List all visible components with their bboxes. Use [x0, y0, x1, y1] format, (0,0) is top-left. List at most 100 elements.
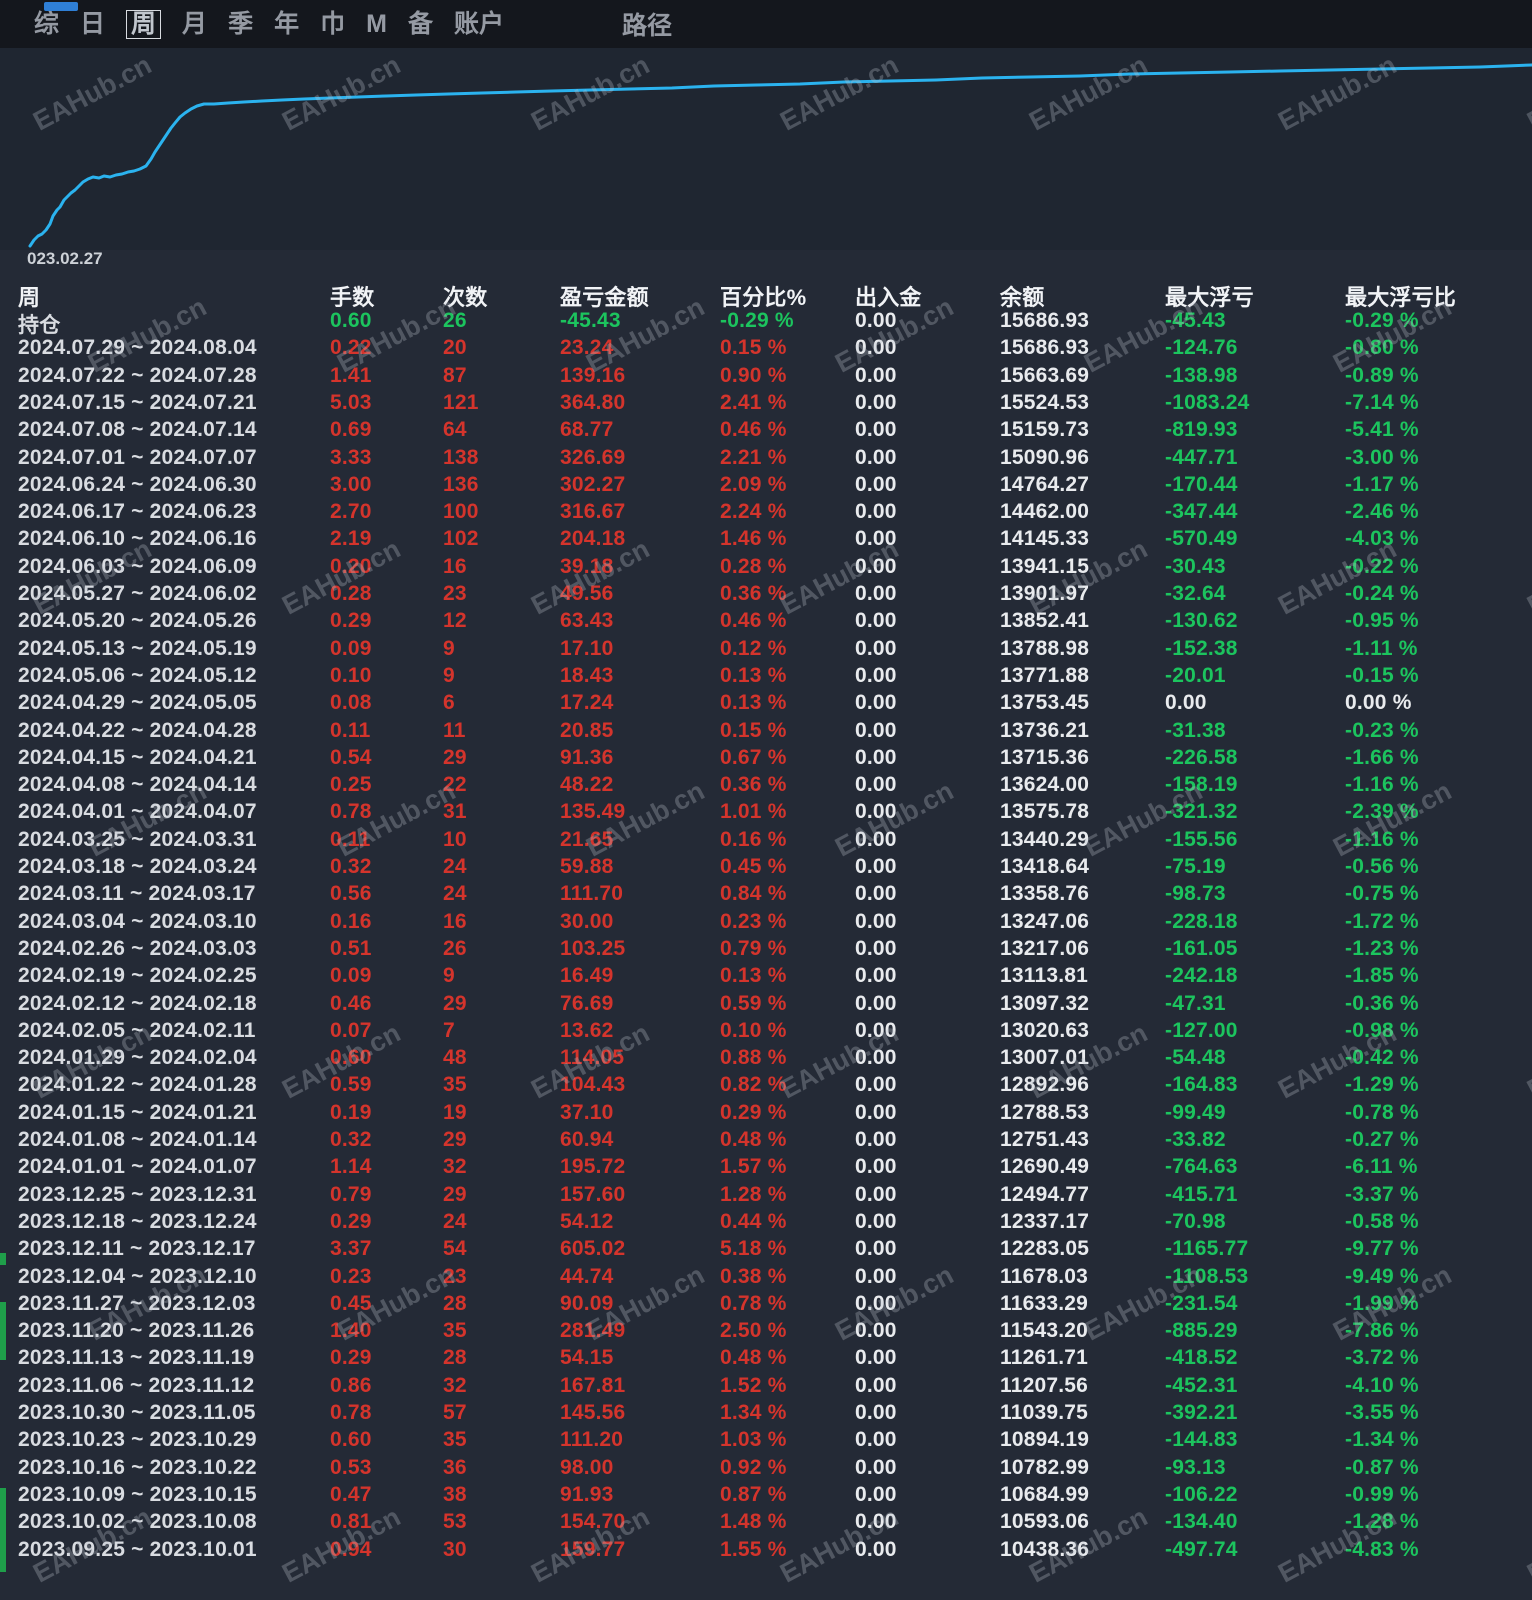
table-row[interactable]: 2023.12.04 ~ 2023.12.10 0.23 23 44.74 0.38 %…: [0, 1265, 1532, 1293]
cell-balance: 14145.33: [1000, 527, 1090, 550]
cell-trades: 29: [443, 1128, 467, 1151]
cell-period: 2024.06.17 ~ 2024.06.23: [18, 500, 257, 523]
table-row[interactable]: 2024.03.18 ~ 2024.03.24 0.32 24 59.88 0.45 %…: [0, 855, 1532, 883]
cell-in-out: 0.00: [855, 309, 897, 332]
menu-item-4[interactable]: 月: [182, 11, 207, 37]
table-row[interactable]: 2024.07.29 ~ 2024.08.04 0.22 20 23.24 0.15 %…: [0, 336, 1532, 364]
table-row[interactable]: 2024.03.04 ~ 2024.03.10 0.16 16 30.00 0.23 %…: [0, 910, 1532, 938]
table-row[interactable]: 2024.04.15 ~ 2024.04.21 0.54 29 91.36 0.67 %…: [0, 746, 1532, 774]
table-row[interactable]: 2024.03.11 ~ 2024.03.17 0.56 24 111.70 0.84 …: [0, 882, 1532, 910]
cell-max-dd-pct: -4.83 %: [1345, 1538, 1419, 1561]
cell-max-dd-pct: -4.10 %: [1345, 1374, 1419, 1397]
cell-max-dd-pct: -0.89 %: [1345, 364, 1419, 387]
cell-percent: 0.45 %: [720, 855, 787, 878]
table-row[interactable]: 2024.07.08 ~ 2024.07.14 0.69 64 68.77 0.46 %…: [0, 418, 1532, 446]
table-row[interactable]: 2024.07.01 ~ 2024.07.07 3.33 138 326.69 2.21…: [0, 446, 1532, 474]
table-row[interactable]: 2024.02.05 ~ 2024.02.11 0.07 7 13.62 0.10 % 0…: [0, 1019, 1532, 1047]
menu-item-1[interactable]: 综: [34, 11, 59, 37]
table-row[interactable]: 2024.01.15 ~ 2024.01.21 0.19 19 37.10 0.29 %…: [0, 1101, 1532, 1129]
cell-profit: 37.10: [560, 1101, 614, 1124]
table-row[interactable]: 2024.04.08 ~ 2024.04.14 0.25 22 48.22 0.36 %…: [0, 773, 1532, 801]
cell-trades: 26: [443, 937, 467, 960]
table-row[interactable]: 2023.11.13 ~ 2023.11.19 0.29 28 54.15 0.48 %…: [0, 1346, 1532, 1374]
table-row[interactable]: 2024.05.27 ~ 2024.06.02 0.28 23 49.56 0.36 %…: [0, 582, 1532, 610]
cell-period: 2024.03.18 ~ 2024.03.24: [18, 855, 257, 878]
cell-profit: 16.49: [560, 964, 614, 987]
cell-percent: 0.92 %: [720, 1456, 787, 1479]
cell-in-out: 0.00: [855, 1401, 897, 1424]
cell-percent: 0.48 %: [720, 1346, 787, 1369]
table-row[interactable]: 2024.04.29 ~ 2024.05.05 0.08 6 17.24 0.13 % 0…: [0, 691, 1532, 719]
menu-item-5[interactable]: 季: [228, 11, 253, 37]
cell-max-dd: -321.32: [1165, 800, 1238, 823]
cell-max-dd-pct: 最大浮亏比: [1345, 285, 1457, 310]
cell-profit: 139.16: [560, 364, 626, 387]
cell-lots: 0.32: [330, 1128, 372, 1151]
table-row[interactable]: 2023.10.16 ~ 2023.10.22 0.53 36 98.00 0.92 %…: [0, 1456, 1532, 1484]
cell-max-dd-pct: -0.22 %: [1345, 555, 1419, 578]
menu-item-9[interactable]: 备: [408, 11, 433, 37]
table-row[interactable]: 2024.01.08 ~ 2024.01.14 0.32 29 60.94 0.48 %…: [0, 1128, 1532, 1156]
table-row[interactable]: 2024.05.20 ~ 2024.05.26 0.29 12 63.43 0.46 %…: [0, 609, 1532, 637]
table-row[interactable]: 2024.04.22 ~ 2024.04.28 0.11 11 20.85 0.15 %…: [0, 719, 1532, 747]
cell-lots: 3.37: [330, 1237, 372, 1260]
table-row[interactable]: 2023.11.27 ~ 2023.12.03 0.45 28 90.09 0.78 %…: [0, 1292, 1532, 1320]
cell-balance: 11678.03: [1000, 1265, 1089, 1288]
cell-max-dd-pct: -4.03 %: [1345, 527, 1419, 550]
table-row[interactable]: 2023.10.30 ~ 2023.11.05 0.78 57 145.56 1.34 …: [0, 1401, 1532, 1429]
cell-max-dd-pct: -3.55 %: [1345, 1401, 1419, 1424]
cell-profit: 98.00: [560, 1456, 614, 1479]
cell-max-dd-pct: -3.37 %: [1345, 1183, 1419, 1206]
menu-item-2[interactable]: 日: [80, 11, 105, 37]
cell-max-dd-pct: -6.11 %: [1345, 1155, 1418, 1178]
table-row[interactable]: 2024.06.10 ~ 2024.06.16 2.19 102 204.18 1.46…: [0, 527, 1532, 555]
table-row[interactable]: 2024.02.19 ~ 2024.02.25 0.09 9 16.49 0.13 % 0…: [0, 964, 1532, 992]
table-row[interactable]: 2023.10.23 ~ 2023.10.29 0.60 35 111.20 1.03 …: [0, 1428, 1532, 1456]
cell-lots: 0.28: [330, 582, 372, 605]
table-row[interactable]: 2024.04.01 ~ 2024.04.07 0.78 31 135.49 1.01 …: [0, 800, 1532, 828]
cell-max-dd: -885.29: [1165, 1319, 1238, 1342]
table-row[interactable]: 2024.06.03 ~ 2024.06.09 0.20 16 39.18 0.28 %…: [0, 555, 1532, 583]
table-row[interactable]: 2024.02.12 ~ 2024.02.18 0.46 29 76.69 0.59 %…: [0, 992, 1532, 1020]
table-row[interactable]: 2023.10.09 ~ 2023.10.15 0.47 38 91.93 0.87 %…: [0, 1483, 1532, 1511]
menu-item-7[interactable]: 巾: [320, 11, 345, 37]
table-row[interactable]: 2023.11.20 ~ 2023.11.26 1.40 35 281.49 2.50 …: [0, 1319, 1532, 1347]
table-row[interactable]: 2024.03.25 ~ 2024.03.31 0.11 10 21.65 0.16 %…: [0, 828, 1532, 856]
table-row[interactable]: 2024.05.13 ~ 2024.05.19 0.09 9 17.10 0.12 % 0…: [0, 637, 1532, 665]
cell-max-dd-pct: -0.95 %: [1345, 609, 1419, 632]
table-row[interactable]: 2023.12.11 ~ 2023.12.17 3.37 54 605.02 5.18 …: [0, 1237, 1532, 1265]
table-row[interactable]: 2024.06.17 ~ 2024.06.23 2.70 100 316.67 2.24…: [0, 500, 1532, 528]
cell-max-dd-pct: -1.72 %: [1345, 910, 1419, 933]
table-row[interactable]: 2024.07.22 ~ 2024.07.28 1.41 87 139.16 0.90 …: [0, 364, 1532, 392]
menu-item-6[interactable]: 年: [274, 11, 299, 37]
cell-percent: 0.15 %: [720, 719, 787, 742]
cell-lots: 2.70: [330, 500, 372, 523]
cell-in-out: 0.00: [855, 1073, 897, 1096]
table-row[interactable]: 2024.01.01 ~ 2024.01.07 1.14 32 195.72 1.57 …: [0, 1155, 1532, 1183]
cell-balance: 13941.15: [1000, 555, 1090, 578]
menu-item-8[interactable]: M: [366, 11, 387, 37]
table-row[interactable]: 2023.12.25 ~ 2023.12.31 0.79 29 157.60 1.28 …: [0, 1183, 1532, 1211]
table-row[interactable]: 2024.02.26 ~ 2024.03.03 0.51 26 103.25 0.79 …: [0, 937, 1532, 965]
table-row[interactable]: 2023.12.18 ~ 2023.12.24 0.29 24 54.12 0.44 %…: [0, 1210, 1532, 1238]
table-row[interactable]: 2024.07.15 ~ 2024.07.21 5.03 121 364.80 2.41…: [0, 391, 1532, 419]
table-row[interactable]: 2024.01.22 ~ 2024.01.28 0.59 35 104.43 0.82 …: [0, 1073, 1532, 1101]
cell-period: 周: [18, 285, 41, 310]
menu-item-path[interactable]: 路径: [622, 6, 672, 42]
cell-profit: 76.69: [560, 992, 614, 1015]
table-row[interactable]: 2024.06.24 ~ 2024.06.30 3.00 136 302.27 2.09…: [0, 473, 1532, 501]
cell-lots: 1.40: [330, 1319, 372, 1342]
menu-item-10[interactable]: 账户: [454, 11, 504, 37]
cell-balance: 13736.21: [1000, 719, 1090, 742]
menu-item-3[interactable]: 周: [126, 9, 162, 39]
table-row[interactable]: 2023.10.02 ~ 2023.10.08 0.81 53 154.70 1.48 …: [0, 1510, 1532, 1538]
cell-in-out: 0.00: [855, 336, 897, 359]
table-row[interactable]: 2024.01.29 ~ 2024.02.04 0.60 48 114.05 0.88 …: [0, 1046, 1532, 1074]
table-row[interactable]: 2023.09.25 ~ 2023.10.01 0.94 30 159.77 1.55 …: [0, 1538, 1532, 1566]
table-row[interactable]: 2023.11.06 ~ 2023.11.12 0.86 32 167.81 1.52 …: [0, 1374, 1532, 1402]
cell-balance: 15686.93: [1000, 336, 1090, 359]
cell-lots: 3.33: [330, 446, 372, 469]
table-row[interactable]: 2024.05.06 ~ 2024.05.12 0.10 9 18.43 0.13 % 0…: [0, 664, 1532, 692]
cell-lots: 0.11: [330, 828, 371, 851]
position-row[interactable]: 持仓 0.60 26 -45.43 -0.29 % 0.00 15686.93 -45.43 -…: [0, 309, 1532, 337]
